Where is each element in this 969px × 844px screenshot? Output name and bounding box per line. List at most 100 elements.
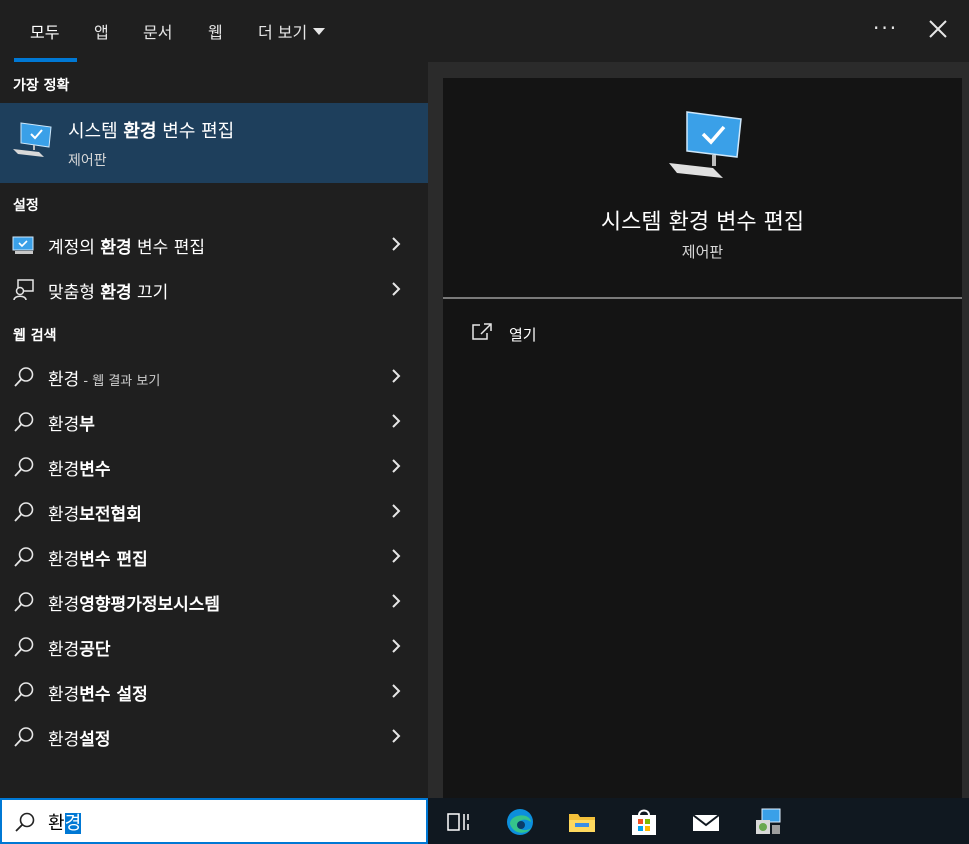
- label-bold: 공단: [79, 640, 111, 660]
- search-query: 환경: [48, 809, 82, 835]
- preview-title: 시스템 환경 변수 편집: [600, 210, 805, 235]
- search-icon: [14, 502, 34, 522]
- search-icon: [14, 412, 34, 432]
- label-bold: 보전협회: [79, 505, 142, 525]
- open-external-icon: [472, 323, 492, 340]
- chevron-right-icon: [392, 594, 401, 608]
- web-search-item-label: 환경 - 웹 결과 보기: [48, 365, 160, 390]
- label-pre: 환경: [48, 415, 80, 435]
- best-match-item[interactable]: 시스템 환경 변수 편집 제어판: [0, 103, 428, 183]
- best-match-title-pre: 시스템: [68, 121, 124, 142]
- label-pre: 환경: [48, 370, 80, 390]
- search-icon: [14, 547, 34, 567]
- label-bold: 설정: [79, 730, 111, 750]
- preview-panel: 시스템 환경 변수 편집 제어판 열기: [443, 78, 962, 798]
- label-pre: 맞춤형: [48, 283, 101, 303]
- settings-item-label: 맞춤형 환경 끄기: [48, 278, 168, 303]
- task-view-icon[interactable]: [442, 806, 474, 838]
- search-tabs-bar: 모두 앱 문서 웹 더 보기 ···: [0, 0, 969, 62]
- chevron-right-icon: [392, 369, 401, 383]
- preview-divider: [443, 297, 962, 299]
- store-icon[interactable]: [628, 806, 660, 838]
- monitor-check-icon: [13, 122, 52, 157]
- search-icon: [14, 682, 34, 702]
- settings-label: 설정: [13, 198, 39, 214]
- best-match-title: 시스템 환경 변수 편집: [68, 117, 234, 143]
- control-panel-icon[interactable]: [752, 806, 784, 838]
- label-pre: 환경: [48, 550, 80, 570]
- search-input[interactable]: 환경: [0, 798, 428, 844]
- mail-icon[interactable]: [690, 806, 722, 838]
- taskbar: [428, 798, 969, 844]
- best-match-title-post: 변수 편집: [156, 121, 235, 142]
- web-search-item[interactable]: 환경변수 편집: [0, 534, 428, 578]
- tab-more-label: 더 보기: [258, 23, 308, 42]
- web-search-item-label: 환경변수 설정: [48, 680, 148, 705]
- open-action-label: 열기: [509, 326, 537, 344]
- chevron-right-icon: [392, 684, 401, 698]
- label-bold: 변수 설정: [79, 685, 148, 705]
- web-search-label: 웹 검색: [13, 328, 57, 344]
- settings-item-tailored-off[interactable]: 맞춤형 환경 끄기: [0, 267, 428, 311]
- web-search-item[interactable]: 환경변수: [0, 444, 428, 488]
- search-icon: [15, 812, 35, 832]
- file-explorer-icon[interactable]: [566, 806, 598, 838]
- tab-all[interactable]: 모두: [30, 19, 59, 43]
- chevron-right-icon: [392, 282, 401, 296]
- web-search-item-label: 환경변수 편집: [48, 545, 148, 570]
- label-pre: 환경: [48, 685, 80, 705]
- web-search-item-label: 환경영향평가정보시스템: [48, 590, 220, 615]
- web-search-item-label: 환경보전협회: [48, 500, 142, 525]
- label-pre: 환경: [48, 505, 80, 525]
- edge-icon[interactable]: [504, 806, 536, 838]
- tab-apps[interactable]: 앱: [94, 19, 109, 43]
- chevron-down-icon: [313, 28, 326, 35]
- label-post: 변수 편집: [131, 238, 205, 258]
- web-search-item[interactable]: 환경변수 설정: [0, 669, 428, 713]
- chevron-right-icon: [392, 639, 401, 653]
- monitor-settings-icon: [12, 236, 34, 254]
- label-bold: 영향평가정보시스템: [79, 595, 221, 615]
- search-icon: [14, 637, 34, 657]
- web-search-item[interactable]: 환경영향평가정보시스템: [0, 579, 428, 623]
- chevron-right-icon: [392, 504, 401, 518]
- chevron-right-icon: [392, 549, 401, 563]
- preview-subtitle: 제어판: [681, 243, 724, 261]
- label-pre: 계정의: [48, 238, 101, 258]
- tab-documents[interactable]: 문서: [143, 19, 172, 43]
- label-post: 끄기: [131, 283, 169, 303]
- tab-more[interactable]: 더 보기: [258, 19, 326, 43]
- label-pre: 환경: [48, 640, 80, 660]
- web-search-item-label: 환경부: [48, 410, 95, 435]
- label-pre: 환경: [48, 460, 80, 480]
- more-options-button[interactable]: ···: [873, 16, 898, 40]
- label-bold: 부: [79, 415, 95, 435]
- search-icon: [14, 367, 34, 387]
- web-search-item[interactable]: 환경 - 웹 결과 보기: [0, 354, 428, 398]
- close-icon[interactable]: [926, 17, 950, 41]
- label-pre: 환경: [48, 595, 80, 615]
- chevron-right-icon: [392, 729, 401, 743]
- tab-web[interactable]: 웹: [208, 19, 223, 43]
- best-match-label: 가장 정확: [13, 78, 70, 94]
- search-icon: [14, 457, 34, 477]
- label-pre: 환경: [48, 730, 80, 750]
- results-panel: 가장 정확 시스템 환경 변수 편집 제어판 설정 계정의 환경 변수 편집 맞…: [0, 62, 428, 798]
- web-search-item[interactable]: 환경보전협회: [0, 489, 428, 533]
- web-search-item[interactable]: 환경설정: [0, 714, 428, 758]
- web-search-item[interactable]: 환경공단: [0, 624, 428, 668]
- person-feedback-icon: [13, 279, 34, 301]
- web-search-item[interactable]: 환경부: [0, 399, 428, 443]
- web-search-item-label: 환경공단: [48, 635, 111, 660]
- label-bold: 환경: [100, 283, 132, 303]
- search-query-text: 환: [48, 813, 65, 834]
- web-search-item-label: 환경변수: [48, 455, 111, 480]
- best-match-title-bold: 환경: [123, 121, 157, 142]
- search-query-selected: 경: [64, 813, 82, 834]
- chevron-right-icon: [392, 459, 401, 473]
- label-bold: 변수 편집: [79, 550, 148, 570]
- monitor-check-icon: [669, 111, 742, 178]
- settings-item-edit-env-vars[interactable]: 계정의 환경 변수 편집: [0, 222, 428, 266]
- search-icon: [14, 727, 34, 747]
- chevron-right-icon: [392, 414, 401, 428]
